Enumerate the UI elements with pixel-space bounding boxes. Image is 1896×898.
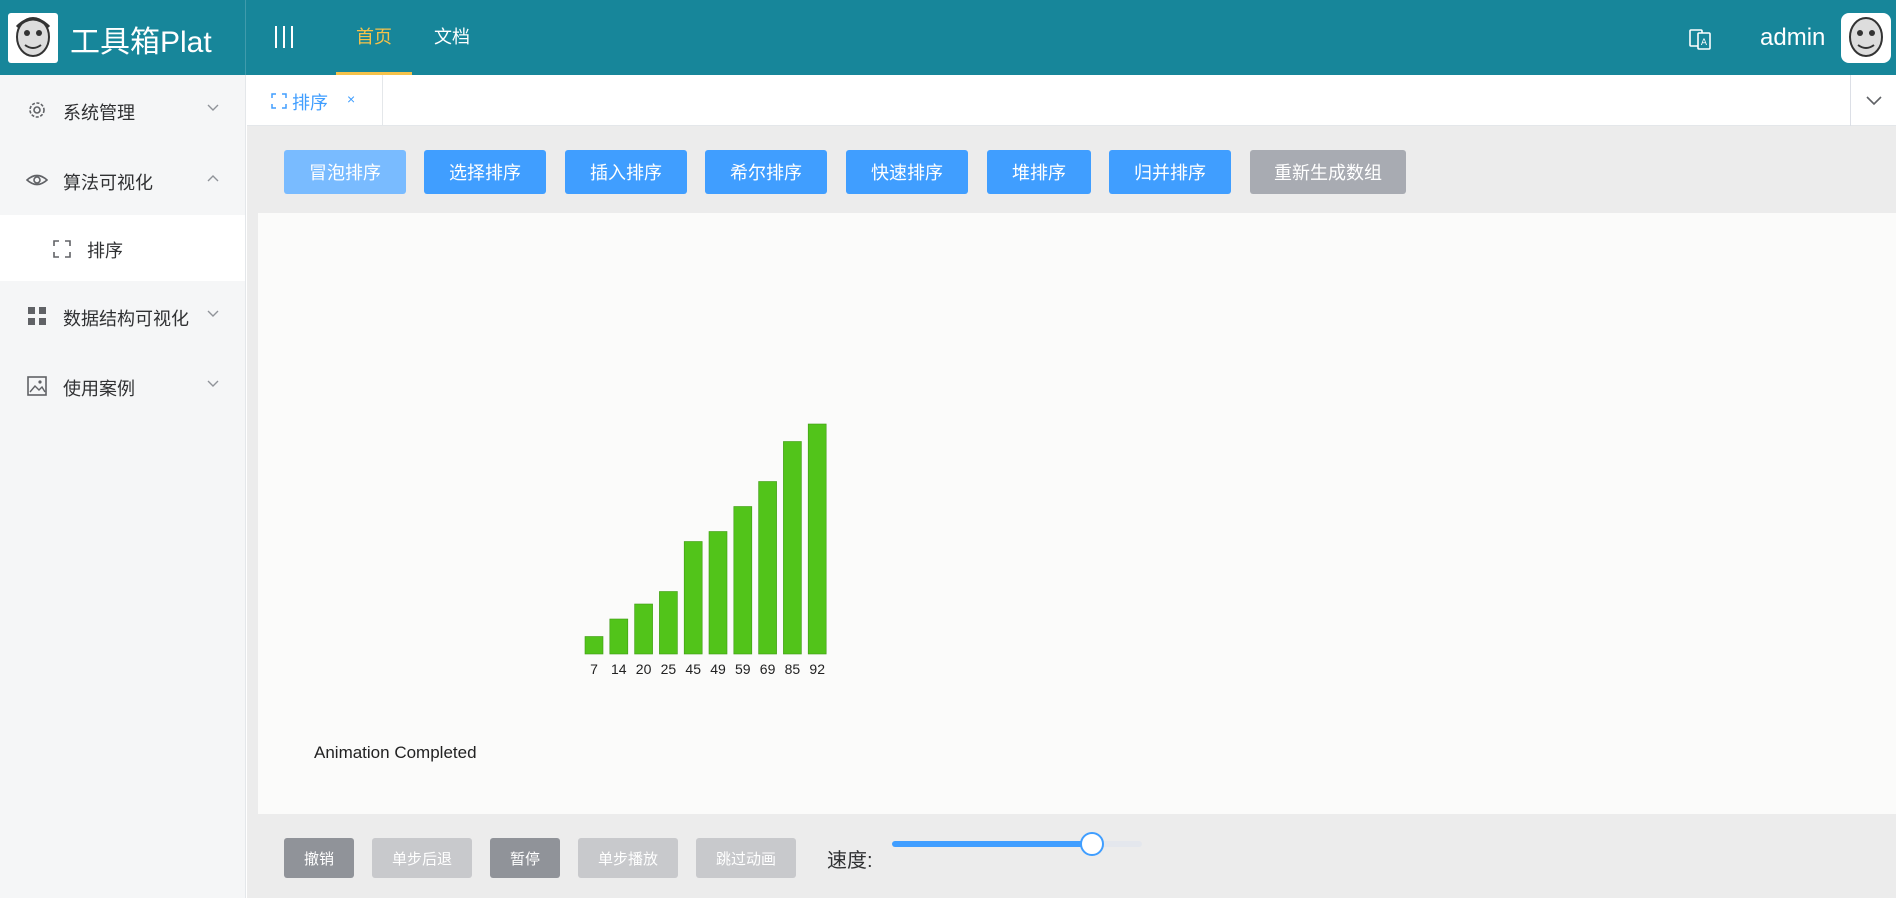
chart-bar: [634, 603, 653, 655]
translate-icon[interactable]: A: [1688, 27, 1712, 51]
logo-avatar: [8, 13, 58, 63]
bar-value-label: 69: [760, 661, 776, 677]
bar-value-label: 85: [785, 661, 801, 677]
step-back-button[interactable]: 单步后退: [372, 838, 472, 878]
bar-value-label: 25: [661, 661, 677, 677]
sidebar-item-system[interactable]: 系统管理: [0, 75, 245, 145]
sidebar-item-label: 数据结构可视化: [63, 309, 189, 329]
chart-bar: [609, 618, 629, 655]
chart-bar: [758, 481, 777, 655]
chart-bar: [683, 541, 703, 655]
chart-bar: [783, 441, 802, 655]
sidebar-item-data-structure[interactable]: 数据结构可视化: [0, 281, 245, 351]
chevron-down-icon: [206, 101, 220, 115]
skip-animation-button[interactable]: 跳过动画: [696, 838, 796, 878]
sort-bar-chart: 7 14 20 25 45 49 59 69 85 92: [584, 423, 827, 677]
page-tabbar: 排序 ×: [247, 75, 1896, 126]
user-name[interactable]: admin: [1760, 24, 1825, 52]
slider-fill: [892, 841, 1092, 847]
fullscreen-icon: [52, 239, 72, 259]
bar-value-label: 49: [710, 661, 726, 677]
speed-label: 速度:: [827, 850, 873, 872]
insertion-sort-button[interactable]: 插入排序: [565, 150, 687, 194]
sidebar-item-label: 使用案例: [63, 379, 135, 399]
user-avatar[interactable]: [1841, 13, 1891, 63]
menu-collapse-icon[interactable]: [272, 24, 296, 50]
gear-icon: [26, 99, 48, 121]
selection-sort-button[interactable]: 选择排序: [424, 150, 546, 194]
tab-sort[interactable]: 排序 ×: [247, 75, 383, 126]
sidebar-subitem-label: 排序: [87, 241, 123, 261]
speed-slider[interactable]: [892, 830, 1152, 860]
bar-value-label: 45: [685, 661, 701, 677]
chevron-up-icon: [206, 171, 220, 185]
tab-label: 排序: [292, 93, 328, 113]
undo-button[interactable]: 撤销: [284, 838, 354, 878]
chart-bar: [708, 531, 728, 655]
heap-sort-button[interactable]: 堆排序: [987, 150, 1091, 194]
bar-value-label: 92: [809, 661, 825, 677]
grid-icon: [26, 305, 48, 327]
sort-visualization-canvas: 7 14 20 25 45 49 59 69 85 92 Animation Completed: [258, 213, 1896, 814]
chart-bar: [659, 591, 678, 655]
bubble-sort-button[interactable]: 冒泡排序: [284, 150, 406, 194]
nav-tab-docs[interactable]: 文档: [420, 0, 484, 75]
eye-icon: [25, 169, 49, 191]
nav-tab-home[interactable]: 首页: [336, 0, 412, 75]
chevron-down-icon: [206, 307, 220, 321]
sidebar-item-label: 算法可视化: [63, 173, 153, 193]
top-header: 工具箱Plat 首页 文档 A admin: [0, 0, 1896, 75]
fullscreen-icon: [271, 93, 287, 109]
tab-close-icon[interactable]: ×: [347, 91, 355, 107]
tab-dropdown-button[interactable]: [1850, 75, 1896, 126]
chart-bar: [807, 423, 827, 655]
animation-status: Animation Completed: [314, 743, 477, 762]
pause-button[interactable]: 暂停: [490, 838, 560, 878]
app-title: 工具箱Plat: [70, 26, 212, 59]
bar-value-label: 7: [590, 661, 598, 677]
bar-value-label: 20: [636, 661, 652, 677]
shell-sort-button[interactable]: 希尔排序: [705, 150, 827, 194]
main-content: 冒泡排序 选择排序 插入排序 希尔排序 快速排序 堆排序 归并排序 重新生成数组…: [247, 126, 1896, 898]
regenerate-array-button[interactable]: 重新生成数组: [1250, 150, 1406, 194]
sidebar-item-algorithm[interactable]: 算法可视化: [0, 145, 245, 215]
chart-bar: [584, 636, 604, 655]
logo-area: 工具箱Plat: [0, 0, 246, 75]
merge-sort-button[interactable]: 归并排序: [1109, 150, 1231, 194]
sidebar-subitem-sort[interactable]: 排序: [0, 215, 245, 281]
sidebar: 系统管理 算法可视化 排序 数据结构可视化 使用案例: [0, 75, 246, 898]
quick-sort-button[interactable]: 快速排序: [846, 150, 968, 194]
sidebar-item-examples[interactable]: 使用案例: [0, 351, 245, 421]
bar-value-label: 14: [611, 661, 627, 677]
image-icon: [26, 375, 48, 397]
chevron-down-icon: [206, 377, 220, 391]
step-forward-button[interactable]: 单步播放: [578, 838, 678, 878]
svg-text:A: A: [1701, 38, 1708, 48]
chart-bar: [733, 506, 753, 655]
bar-value-label: 59: [735, 661, 751, 677]
sidebar-item-label: 系统管理: [63, 103, 135, 123]
slider-thumb[interactable]: [1080, 832, 1104, 856]
